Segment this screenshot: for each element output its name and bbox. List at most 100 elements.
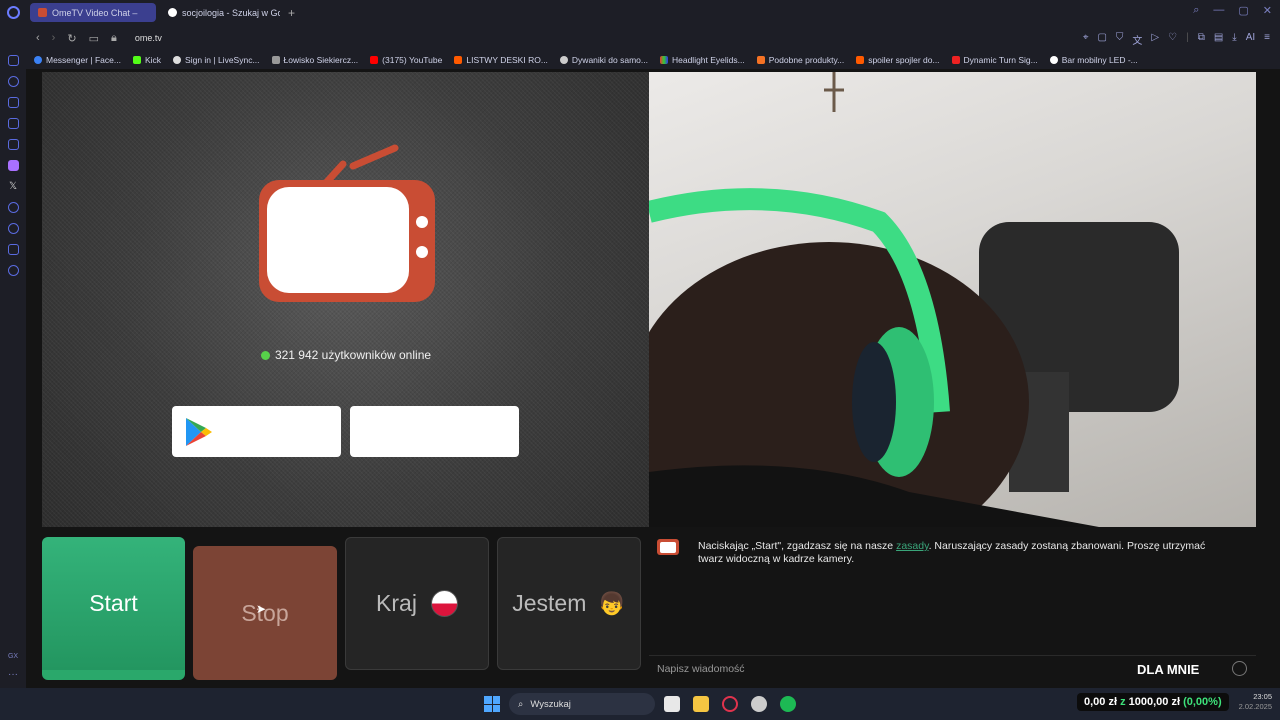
- system-message: Naciskając „Start", zgadzasz się na nasz…: [698, 540, 1218, 566]
- new-tab-button[interactable]: +: [288, 6, 295, 20]
- bookmark-item[interactable]: Messenger | Face...: [34, 55, 121, 65]
- gender-label: Jestem: [512, 590, 587, 616]
- bookmark-label: Sign in | LiveSync...: [185, 55, 260, 65]
- play-icon[interactable]: ▷: [1151, 32, 1159, 47]
- bookmark-label: Dynamic Turn Sig...: [963, 55, 1038, 65]
- bookmark-item[interactable]: Headlight Eyelids...: [659, 55, 745, 65]
- google-play-button[interactable]: [172, 406, 341, 457]
- tab-bar: OmeTV Video Chat – socjoilogia - Szukaj …: [0, 0, 1280, 25]
- bookmark-label: Łowisko Siekiercz...: [283, 55, 359, 65]
- bookmarks-bar: Messenger | Face... Kick Sign in | LiveS…: [26, 51, 1280, 69]
- balance-current: 0,00 zł: [1084, 696, 1118, 708]
- ometv-chat-icon: [657, 539, 679, 555]
- tab-google[interactable]: socjoilogia - Szukaj w Go: [160, 3, 280, 22]
- bookmark-item[interactable]: Bar mobilny LED -...: [1049, 55, 1138, 65]
- bookmark-item[interactable]: spoiler spojler do...: [856, 55, 940, 65]
- gx-label: GX: [7, 653, 19, 660]
- chat-input[interactable]: Napisz wiadomość: [657, 663, 745, 675]
- bookmark-item[interactable]: Kick: [132, 55, 162, 65]
- bookmark-label: Messenger | Face...: [46, 55, 121, 65]
- ai-button[interactable]: AI: [1246, 32, 1255, 47]
- close-button[interactable]: ✕: [1263, 4, 1272, 17]
- spotify-icon[interactable]: [780, 696, 796, 712]
- poland-flag-icon: [430, 590, 458, 617]
- bookmark-item[interactable]: LISTWY DESKI RO...: [454, 55, 548, 65]
- bookmark-label: Podobne produkty...: [768, 55, 845, 65]
- bookmark-item[interactable]: Sign in | LiveSync...: [173, 55, 260, 65]
- pin-icon[interactable]: ⌖: [1083, 32, 1089, 47]
- country-label: Kraj: [376, 590, 417, 616]
- clock-date: 2.02.2025: [1238, 702, 1272, 711]
- wallet-sidebar-icon[interactable]: [7, 118, 19, 129]
- more-icon[interactable]: ···: [8, 669, 18, 680]
- screen-icon[interactable]: ▭: [89, 32, 99, 45]
- minimize-button[interactable]: —: [1213, 4, 1224, 17]
- extensions-icon[interactable]: ⧉: [1198, 32, 1205, 47]
- x-sidebar-icon[interactable]: 𝕏: [9, 181, 17, 192]
- forward-icon[interactable]: ›: [52, 32, 56, 44]
- store-app-icon[interactable]: [664, 696, 680, 712]
- youtube-icon: [370, 56, 379, 64]
- livesync-icon: [173, 56, 182, 64]
- download-icon[interactable]: ⤓: [1232, 32, 1236, 47]
- settings-sidebar-icon[interactable]: [7, 265, 19, 276]
- file-explorer-icon[interactable]: [693, 696, 709, 712]
- opera-logo-icon[interactable]: [7, 6, 20, 19]
- ebay-icon: [659, 56, 668, 64]
- start-button[interactable]: Start: [42, 537, 185, 680]
- address-bar: ‹ › ↻ ▭ 🔒︎ ome.tv ⌖ ▢ ⛉ 文 ▷ ♡ | ⧉ ▤ ⤓ AI…: [0, 25, 1280, 51]
- clock-time: 23:05: [1253, 692, 1272, 701]
- browser-sidebar: 𝕏 GX ···: [0, 51, 26, 688]
- steam-icon[interactable]: [751, 696, 767, 712]
- bookmark-label: Headlight Eyelids...: [671, 55, 745, 65]
- windows-start-icon[interactable]: [484, 696, 500, 712]
- bookmark-label: Kick: [144, 55, 162, 65]
- player-sidebar-icon[interactable]: [7, 202, 19, 213]
- tab-ometv[interactable]: OmeTV Video Chat –: [30, 3, 156, 22]
- start-label: Start: [89, 590, 138, 616]
- tabs-icon[interactable]: ▤: [1214, 32, 1223, 47]
- url-field[interactable]: ome.tv: [135, 33, 162, 43]
- ometv-page: 321 942 użytkowników online Start Stop K…: [26, 69, 1280, 688]
- back-icon[interactable]: ‹: [36, 32, 40, 44]
- system-tray: 0,00 zł z 1000,00 zł (0,00%) 23:05 2.02.…: [1077, 692, 1272, 712]
- translate-icon[interactable]: 文: [1132, 32, 1142, 47]
- rules-link[interactable]: zasady: [896, 540, 929, 552]
- music-sidebar-icon[interactable]: [7, 139, 19, 150]
- balance-target: 1000,00 zł: [1128, 696, 1181, 708]
- workspace-sidebar-icon[interactable]: [7, 97, 19, 108]
- messenger-icon: [34, 56, 42, 64]
- snapshot-icon[interactable]: ▢: [1097, 32, 1106, 47]
- allegro-icon: [454, 56, 463, 64]
- taskbar-clock[interactable]: 23:05 2.02.2025: [1239, 692, 1272, 712]
- reload-icon[interactable]: ↻: [67, 32, 76, 45]
- shop-icon: [756, 56, 765, 64]
- messenger-sidebar-icon[interactable]: [7, 55, 19, 66]
- opera-gx-icon[interactable]: [722, 696, 738, 712]
- app-store-button[interactable]: [350, 406, 519, 457]
- emoji-picker-icon[interactable]: [1232, 661, 1247, 676]
- history-sidebar-icon[interactable]: [7, 76, 19, 87]
- tab-label: socjoilogia - Szukaj w Go: [182, 7, 280, 18]
- bookmark-item[interactable]: Łowisko Siekiercz...: [271, 55, 359, 65]
- bookmark-item[interactable]: (3175) YouTube: [370, 55, 442, 65]
- shield-icon[interactable]: ⛉: [1116, 32, 1124, 47]
- search-icon[interactable]: ⌕: [1193, 4, 1199, 17]
- heart-icon[interactable]: ♡: [1168, 32, 1177, 47]
- aliexpress-icon: [951, 56, 960, 64]
- windows-taskbar: ⌕ Wyszukaj 0,00 zł z 1000,00 zł (0,00%) …: [0, 688, 1280, 720]
- gender-button[interactable]: Jestem 👦: [497, 537, 641, 670]
- twitch-sidebar-icon[interactable]: [7, 160, 19, 171]
- country-button[interactable]: Kraj: [345, 537, 489, 670]
- bookmark-item[interactable]: Dywaniki do samo...: [559, 55, 648, 65]
- taskbar-search[interactable]: ⌕ Wyszukaj: [509, 693, 655, 715]
- bookmark-item[interactable]: Dynamic Turn Sig...: [951, 55, 1038, 65]
- maximize-button[interactable]: ▢: [1238, 4, 1248, 17]
- balance-widget: 0,00 zł z 1000,00 zł (0,00%): [1077, 693, 1229, 711]
- clock-sidebar-icon[interactable]: [7, 223, 19, 234]
- google-play-icon: [186, 418, 212, 446]
- bookmarks-sidebar-icon[interactable]: [7, 244, 19, 255]
- message-text: Naciskając „Start", zgadzasz się na nasz…: [698, 540, 897, 552]
- menu-icon[interactable]: ≡: [1264, 32, 1270, 47]
- bookmark-item[interactable]: Podobne produkty...: [756, 55, 845, 65]
